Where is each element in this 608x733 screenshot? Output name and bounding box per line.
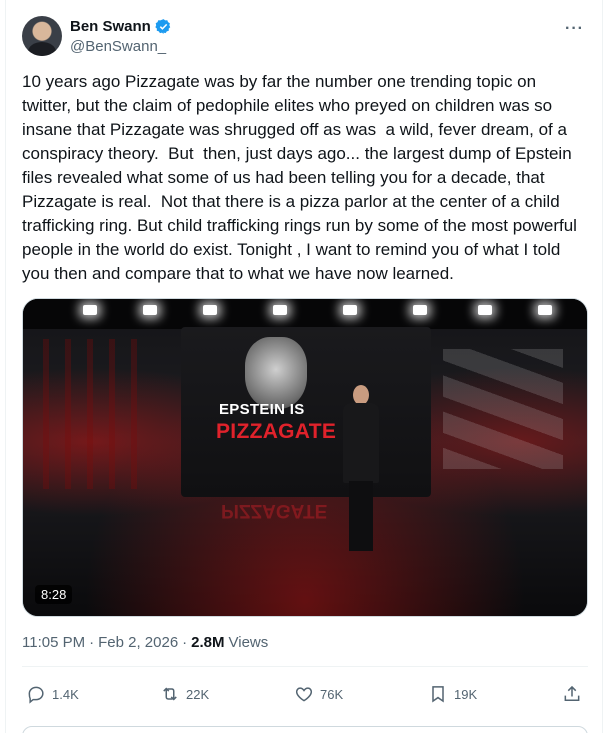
repost-count: 22K <box>186 686 210 702</box>
repost-icon <box>163 687 177 701</box>
video-player[interactable]: EPSTEIN IS PIZZAGATE PIZZAGATE 8:28 <box>22 298 588 617</box>
screen-title-line-1: EPSTEIN IS <box>219 401 305 418</box>
share-button[interactable] <box>562 684 582 704</box>
screen-title-line-2: PIZZAGATE <box>216 420 337 443</box>
bookmark-icon <box>432 686 444 703</box>
studio-light <box>478 305 492 315</box>
studio-light <box>413 305 427 315</box>
bookmark-button[interactable]: 19K <box>428 684 477 704</box>
presenter-legs <box>349 481 373 551</box>
views-label: Views <box>228 634 269 651</box>
floor-reflection: PIZZAGATE <box>221 500 328 521</box>
reply-composer-box[interactable] <box>22 726 588 733</box>
studio-light <box>203 305 217 315</box>
studio-wall-left <box>43 339 153 489</box>
studio-light <box>538 305 552 315</box>
studio-light <box>273 305 287 315</box>
tweet-header: Ben Swann @BenSwann_ ··· <box>22 16 592 58</box>
tweet-meta: 11:05 PM · Feb 2, 2026 · 2.8M Views <box>22 634 268 651</box>
views-count: 2.8M <box>191 634 225 651</box>
meta-separator: · <box>89 634 95 651</box>
presenter-body <box>343 403 379 483</box>
post-date[interactable]: Feb 2, 2026 <box>98 634 178 651</box>
author-display-name[interactable]: Ben Swann <box>70 18 151 35</box>
video-thumbnail: EPSTEIN IS PIZZAGATE PIZZAGATE <box>23 299 587 616</box>
presenter-figure <box>343 385 379 555</box>
avatar[interactable] <box>22 16 62 56</box>
tweet-text: 10 years ago Pizzagate was by far the nu… <box>22 72 582 283</box>
presenter-head <box>353 385 369 405</box>
reply-icon <box>28 686 44 704</box>
studio-light <box>143 305 157 315</box>
divider <box>22 666 588 667</box>
studio-light <box>83 305 97 315</box>
portrait-image <box>245 337 307 409</box>
reply-count: 1.4K <box>52 686 79 702</box>
bookmark-count: 19K <box>454 686 478 702</box>
like-count: 76K <box>320 686 344 702</box>
action-bar: 1.4K 22K 76K 19K <box>22 678 588 712</box>
reply-button[interactable]: 1.4K <box>26 684 79 704</box>
repost-button[interactable]: 22K <box>160 684 209 704</box>
studio-ceiling <box>23 299 587 329</box>
studio-wall-right <box>443 349 563 469</box>
heart-icon <box>295 687 313 702</box>
post-time[interactable]: 11:05 PM <box>22 634 85 651</box>
share-icon <box>564 685 580 701</box>
meta-separator: · <box>182 634 188 651</box>
studio-light <box>343 305 357 315</box>
author-name-row: Ben Swann <box>70 18 172 35</box>
more-options-icon[interactable]: ··· <box>565 20 584 38</box>
verified-badge-icon <box>155 19 171 34</box>
author-handle[interactable]: @BenSwann_ <box>70 38 166 55</box>
video-duration-badge: 8:28 <box>35 585 73 604</box>
like-button[interactable]: 76K <box>294 684 343 704</box>
